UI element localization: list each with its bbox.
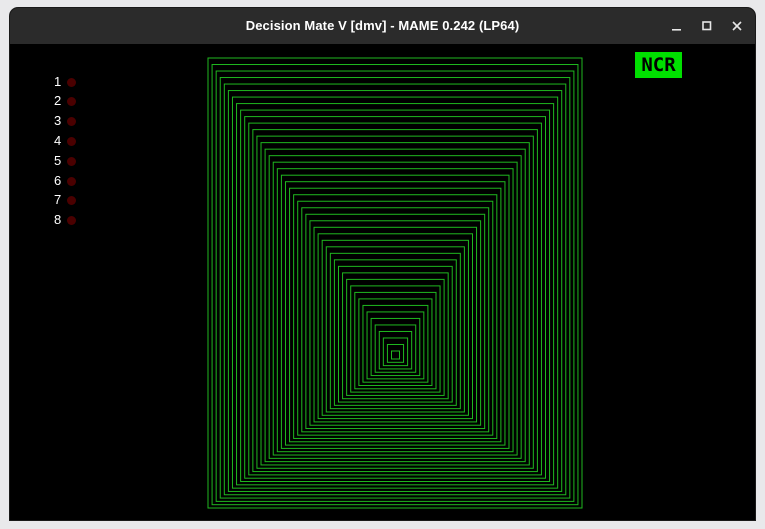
crt-screen [207,57,583,509]
led-indicator [67,157,76,166]
title-bar[interactable]: Decision Mate V [dmv] - MAME 0.242 (LP64… [10,8,755,44]
led-row-7: 7 [54,192,94,208]
led-indicator [67,137,76,146]
led-indicator [67,97,76,106]
led-row-4: 4 [54,133,94,149]
minimize-button[interactable] [665,14,689,38]
led-label: 3 [54,113,62,128]
led-label: 2 [54,93,62,108]
led-label: 5 [54,153,62,168]
window-title: Decision Mate V [dmv] - MAME 0.242 (LP64… [245,18,520,33]
close-icon [732,21,742,31]
led-indicator [67,78,76,87]
led-row-3: 3 [54,113,94,129]
led-label: 1 [54,74,62,89]
screen-background [207,57,583,509]
led-indicator [67,177,76,186]
led-indicator [67,196,76,205]
minimize-icon [672,29,681,31]
close-button[interactable] [725,14,749,38]
mame-window: Decision Mate V [dmv] - MAME 0.242 (LP64… [10,8,755,520]
maximize-icon [702,21,712,31]
led-label: 6 [54,173,62,188]
led-label: 7 [54,192,62,207]
led-indicator [67,117,76,126]
led-label: 8 [54,212,62,227]
ncr-logo-badge: NCR [635,52,682,78]
maximize-button[interactable] [695,14,719,38]
led-row-5: 5 [54,153,94,169]
led-label: 4 [54,133,62,148]
emulator-view[interactable]: 1 2 3 4 5 6 7 8 NCR [10,44,755,520]
led-row-6: 6 [54,173,94,189]
led-row-2: 2 [54,93,94,109]
led-row-1: 1 [54,74,94,90]
ncr-logo-text: NCR [641,54,676,76]
led-row-8: 8 [54,212,94,228]
led-indicator [67,216,76,225]
